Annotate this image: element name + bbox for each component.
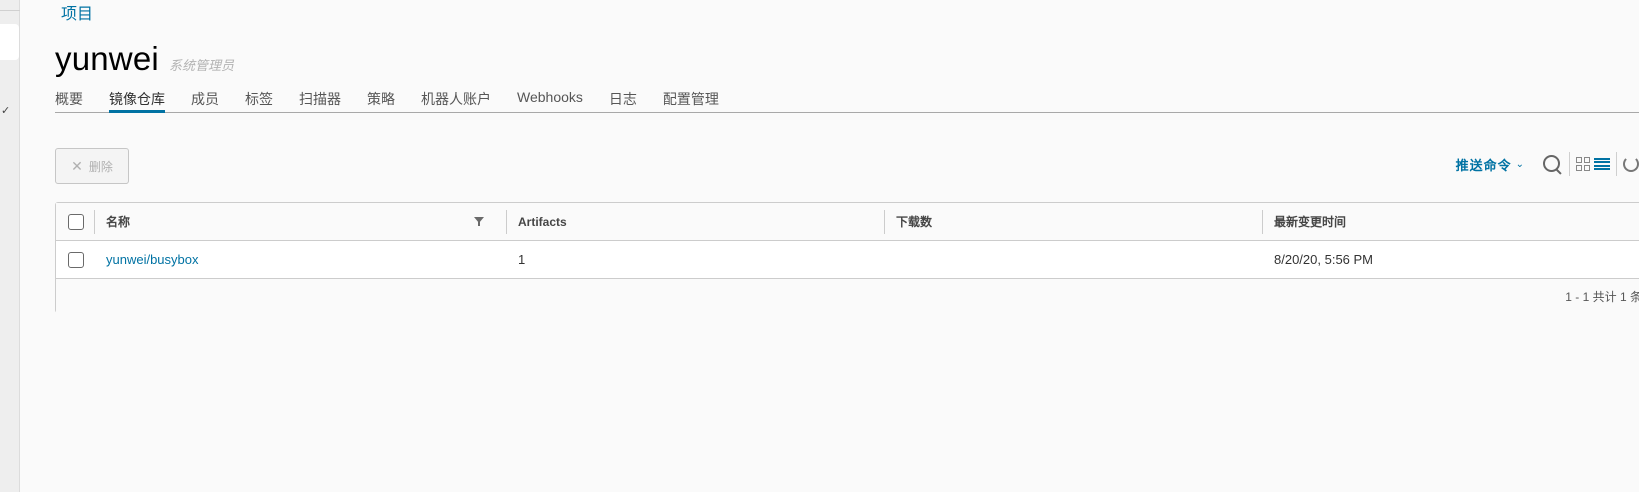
column-divider bbox=[94, 210, 95, 234]
tab-scanner[interactable]: 扫描器 bbox=[299, 84, 341, 113]
tab-summary[interactable]: 概要 bbox=[55, 84, 83, 113]
tab-configuration[interactable]: 配置管理 bbox=[663, 84, 719, 113]
repository-link[interactable]: yunwei/busybox bbox=[106, 252, 199, 267]
row-checkbox[interactable] bbox=[68, 252, 84, 268]
sidebar-active-item[interactable] bbox=[0, 24, 19, 60]
checkmark-icon: ✓ bbox=[1, 105, 11, 117]
toolbar-divider bbox=[1616, 152, 1617, 176]
role-label: 系统管理员 bbox=[168, 58, 234, 73]
table-header: 名称 Artifacts 下载数 最新变更时间 bbox=[56, 203, 1639, 241]
column-divider bbox=[884, 210, 885, 234]
refresh-icon[interactable] bbox=[1623, 156, 1639, 172]
column-header-updated[interactable]: 最新变更时间 bbox=[1274, 203, 1346, 240]
breadcrumb-projects[interactable]: 项目 bbox=[61, 0, 93, 24]
tab-logs[interactable]: 日志 bbox=[609, 84, 637, 113]
table-row: yunwei/busybox 1 8/20/20, 5:56 PM bbox=[56, 241, 1639, 279]
column-divider bbox=[506, 210, 507, 234]
chevron-down-icon: ⌄ bbox=[1515, 158, 1525, 170]
toolbar-divider bbox=[1569, 152, 1570, 176]
search-icon[interactable] bbox=[1541, 153, 1563, 175]
project-tabs: 概要 镜像仓库 成员 标签 扫描器 策略 机器人账户 Webhooks 日志 配… bbox=[55, 84, 1639, 113]
left-sidebar: ✓ bbox=[0, 0, 20, 492]
close-icon: ✕ bbox=[71, 157, 83, 174]
column-header-artifacts[interactable]: Artifacts bbox=[518, 203, 567, 240]
column-header-name[interactable]: 名称 bbox=[106, 203, 130, 240]
push-command-label: 推送命令 bbox=[1455, 157, 1512, 173]
select-all-checkbox[interactable] bbox=[68, 214, 84, 230]
table-footer: 1 - 1 共计 1 条 bbox=[56, 279, 1639, 313]
sidebar-divider bbox=[0, 10, 20, 11]
repositories-table: 名称 Artifacts 下载数 最新变更时间 yunwei/busybox 1… bbox=[55, 202, 1639, 313]
card-view-icon[interactable] bbox=[1576, 157, 1592, 171]
artifacts-count: 1 bbox=[518, 252, 526, 267]
tab-labels[interactable]: 标签 bbox=[245, 84, 273, 113]
column-header-downloads[interactable]: 下载数 bbox=[896, 203, 932, 240]
column-divider bbox=[1262, 210, 1263, 234]
filter-icon[interactable] bbox=[474, 216, 484, 228]
delete-label: 删除 bbox=[88, 159, 113, 174]
tab-repositories[interactable]: 镜像仓库 bbox=[109, 84, 165, 113]
tab-robot-accounts[interactable]: 机器人账户 bbox=[421, 84, 491, 113]
page-header: yunwei 系统管理员 bbox=[55, 40, 234, 78]
tab-webhooks[interactable]: Webhooks bbox=[517, 84, 583, 113]
page-title: yunwei bbox=[55, 40, 159, 77]
list-view-icon[interactable] bbox=[1594, 158, 1610, 170]
delete-button[interactable]: ✕ 删除 bbox=[55, 148, 129, 184]
tab-members[interactable]: 成员 bbox=[191, 84, 219, 113]
pagination-summary: 1 - 1 共计 1 条 bbox=[1565, 289, 1639, 304]
toolbar-right: 推送命令 ⌄ bbox=[1456, 152, 1639, 176]
tab-policy[interactable]: 策略 bbox=[367, 84, 395, 113]
updated-time: 8/20/20, 5:56 PM bbox=[1274, 252, 1374, 267]
push-command-button[interactable]: 推送命令 ⌄ bbox=[1456, 155, 1525, 174]
